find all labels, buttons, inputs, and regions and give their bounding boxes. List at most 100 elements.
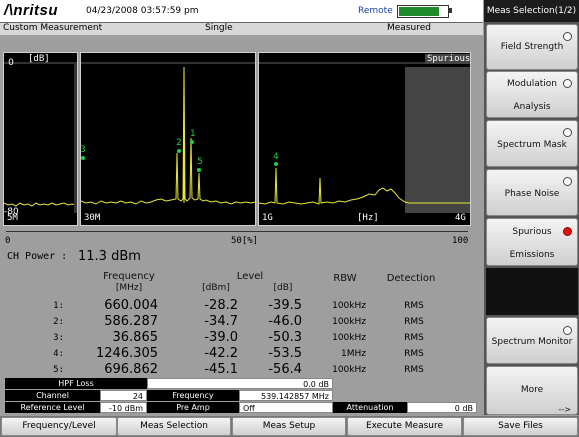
panel2-start-label: 30M <box>84 213 101 223</box>
reference-level-value: -10 dBm <box>100 402 147 413</box>
row-rbw: 100kHz <box>332 317 366 327</box>
marker-5-label: 5 <box>197 157 203 167</box>
table-row: 3: 36.865 -39.0 -50.3 100kHz RMS <box>0 330 483 346</box>
scale-start: 0 <box>5 236 11 246</box>
preamp-value: Off <box>239 402 333 413</box>
spectrum-mask-button[interactable]: Spectrum Mask <box>486 120 578 167</box>
table-row: 5: 696.862 -45.1 -56.4 100kHz RMS <box>0 362 483 378</box>
marker-3-icon <box>81 156 85 160</box>
row-index: 4: <box>53 349 64 359</box>
col-header-rbw: RBW <box>333 273 357 284</box>
datetime: 04/23/2008 03:57:59 pm <box>86 6 199 16</box>
meas-setup-button[interactable]: Meas Setup <box>232 417 346 436</box>
spurious-label-1: Spurious <box>512 227 552 237</box>
status-bar: Custom Measurement Single Measured <box>0 23 483 35</box>
row-detection: RMS <box>404 317 424 327</box>
row-frequency: 696.862 <box>104 362 158 377</box>
row-index: 1: <box>53 301 64 311</box>
marker-4-icon <box>274 162 278 166</box>
percent-scale-line <box>6 231 468 232</box>
col-header-frequency: Frequency <box>103 271 155 282</box>
row-level-db: -50.3 <box>268 330 302 345</box>
channel-power-label: CH Power : <box>7 251 68 262</box>
row-level-db: -39.5 <box>268 298 302 313</box>
plot-panel-dc: [dB] 5M <box>3 52 78 226</box>
phase-noise-label: Phase Noise <box>504 189 560 199</box>
side-menu-empty-slot <box>486 268 578 315</box>
frequency-label: Frequency <box>147 390 239 401</box>
marker-1-icon <box>190 140 194 144</box>
reference-level-label: Reference Level <box>5 402 100 413</box>
col-header-frequency-unit: [MHz] <box>115 283 143 293</box>
row-detection: RMS <box>404 365 424 375</box>
frequency-level-button[interactable]: Frequency/Level <box>1 417 117 436</box>
row-level-db: -53.5 <box>268 346 302 361</box>
row-index: 3: <box>53 333 64 343</box>
row-level-dbm: -45.1 <box>204 362 238 377</box>
plot-ylabel: [dB] <box>28 54 50 64</box>
attenuation-label: Attenuation <box>333 402 407 413</box>
spectrum-mask-label: Spectrum Mask <box>497 140 567 150</box>
meas-selection-button[interactable]: Meas Selection <box>117 417 231 436</box>
field-strength-button[interactable]: Field Strength <box>486 24 578 70</box>
marker-2-icon <box>177 149 181 153</box>
remote-indicator: Remote <box>358 6 393 16</box>
channel-value: 24 <box>100 390 147 401</box>
channel-power-value: 11.3 dBm <box>78 249 141 264</box>
plot-ytop-label: 0 <box>8 58 14 68</box>
radio-icon <box>563 128 572 137</box>
more-arrow-icon: --> <box>558 405 571 414</box>
more-label: More <box>520 385 544 395</box>
frequency-value: 539.142857 MHz <box>239 390 333 401</box>
row-detection: RMS <box>404 349 424 359</box>
spurious-label-2: Emissions <box>509 250 555 260</box>
row-level-db: -56.4 <box>268 362 302 377</box>
more-button[interactable]: More --> <box>486 366 578 415</box>
panel3-end-label: 4G <box>455 213 466 223</box>
modulation-label-1: Modulation <box>507 79 557 89</box>
col-header-detection: Detection <box>386 273 436 284</box>
phase-noise-button[interactable]: Phase Noise <box>486 169 578 216</box>
row-frequency: 1246.305 <box>96 346 159 361</box>
marker-4-label: 4 <box>273 152 279 162</box>
channel-label: Channel <box>5 390 100 401</box>
plot-ybottom-label: -80 <box>4 207 19 217</box>
marker-1-label: 1 <box>190 129 196 139</box>
modulation-label-2: Analysis <box>513 102 551 112</box>
state-label: Measured <box>387 23 431 33</box>
spectrum-monitor-label: Spectrum Monitor <box>491 337 573 347</box>
radio-icon <box>563 32 572 41</box>
col-header-db: [dB] <box>273 283 293 293</box>
row-level-db: -46.0 <box>268 314 302 329</box>
battery-tip <box>449 8 452 13</box>
anritsu-logo: /\nritsu <box>4 2 59 19</box>
row-level-dbm: -42.2 <box>204 346 238 361</box>
row-index: 5: <box>53 365 64 375</box>
panel3-start-label: 1G <box>262 213 273 223</box>
col-header-level: Level <box>236 271 264 282</box>
marker-5-icon <box>197 168 201 172</box>
row-detection: RMS <box>404 301 424 311</box>
row-rbw: 1MHz <box>341 349 366 359</box>
save-files-button[interactable]: Save Files <box>463 417 578 436</box>
spurious-emissions-button[interactable]: Spurious Emissions <box>486 218 578 266</box>
marker-3-label: 3 <box>80 145 86 155</box>
battery-icon <box>397 5 449 18</box>
row-level-dbm: -39.0 <box>204 330 238 345</box>
row-rbw: 100kHz <box>332 333 366 343</box>
panel3-title: Spurious <box>425 54 471 64</box>
preamp-label: Pre Amp <box>147 402 239 413</box>
execute-measure-button[interactable]: Execute Measure <box>347 417 462 436</box>
row-index: 2: <box>53 317 64 327</box>
hpf-loss-label: HPF Loss <box>5 378 147 389</box>
marker-2-label: 2 <box>176 138 182 148</box>
sweep-label: Single <box>205 23 233 33</box>
table-row: 1: 660.004 -28.2 -39.5 100kHz RMS <box>0 298 483 314</box>
radio-icon <box>563 177 572 186</box>
table-row: 4: 1246.305 -42.2 -53.5 1MHz RMS <box>0 346 483 362</box>
scale-end: 100 <box>452 236 469 246</box>
spectrum-monitor-button[interactable]: Spectrum Monitor <box>486 317 578 364</box>
row-level-dbm: -28.2 <box>204 298 238 313</box>
plot-panel-spurious: 1G [Hz] 4G Spurious <box>258 52 471 226</box>
modulation-analysis-button[interactable]: Modulation Analysis <box>486 71 578 118</box>
